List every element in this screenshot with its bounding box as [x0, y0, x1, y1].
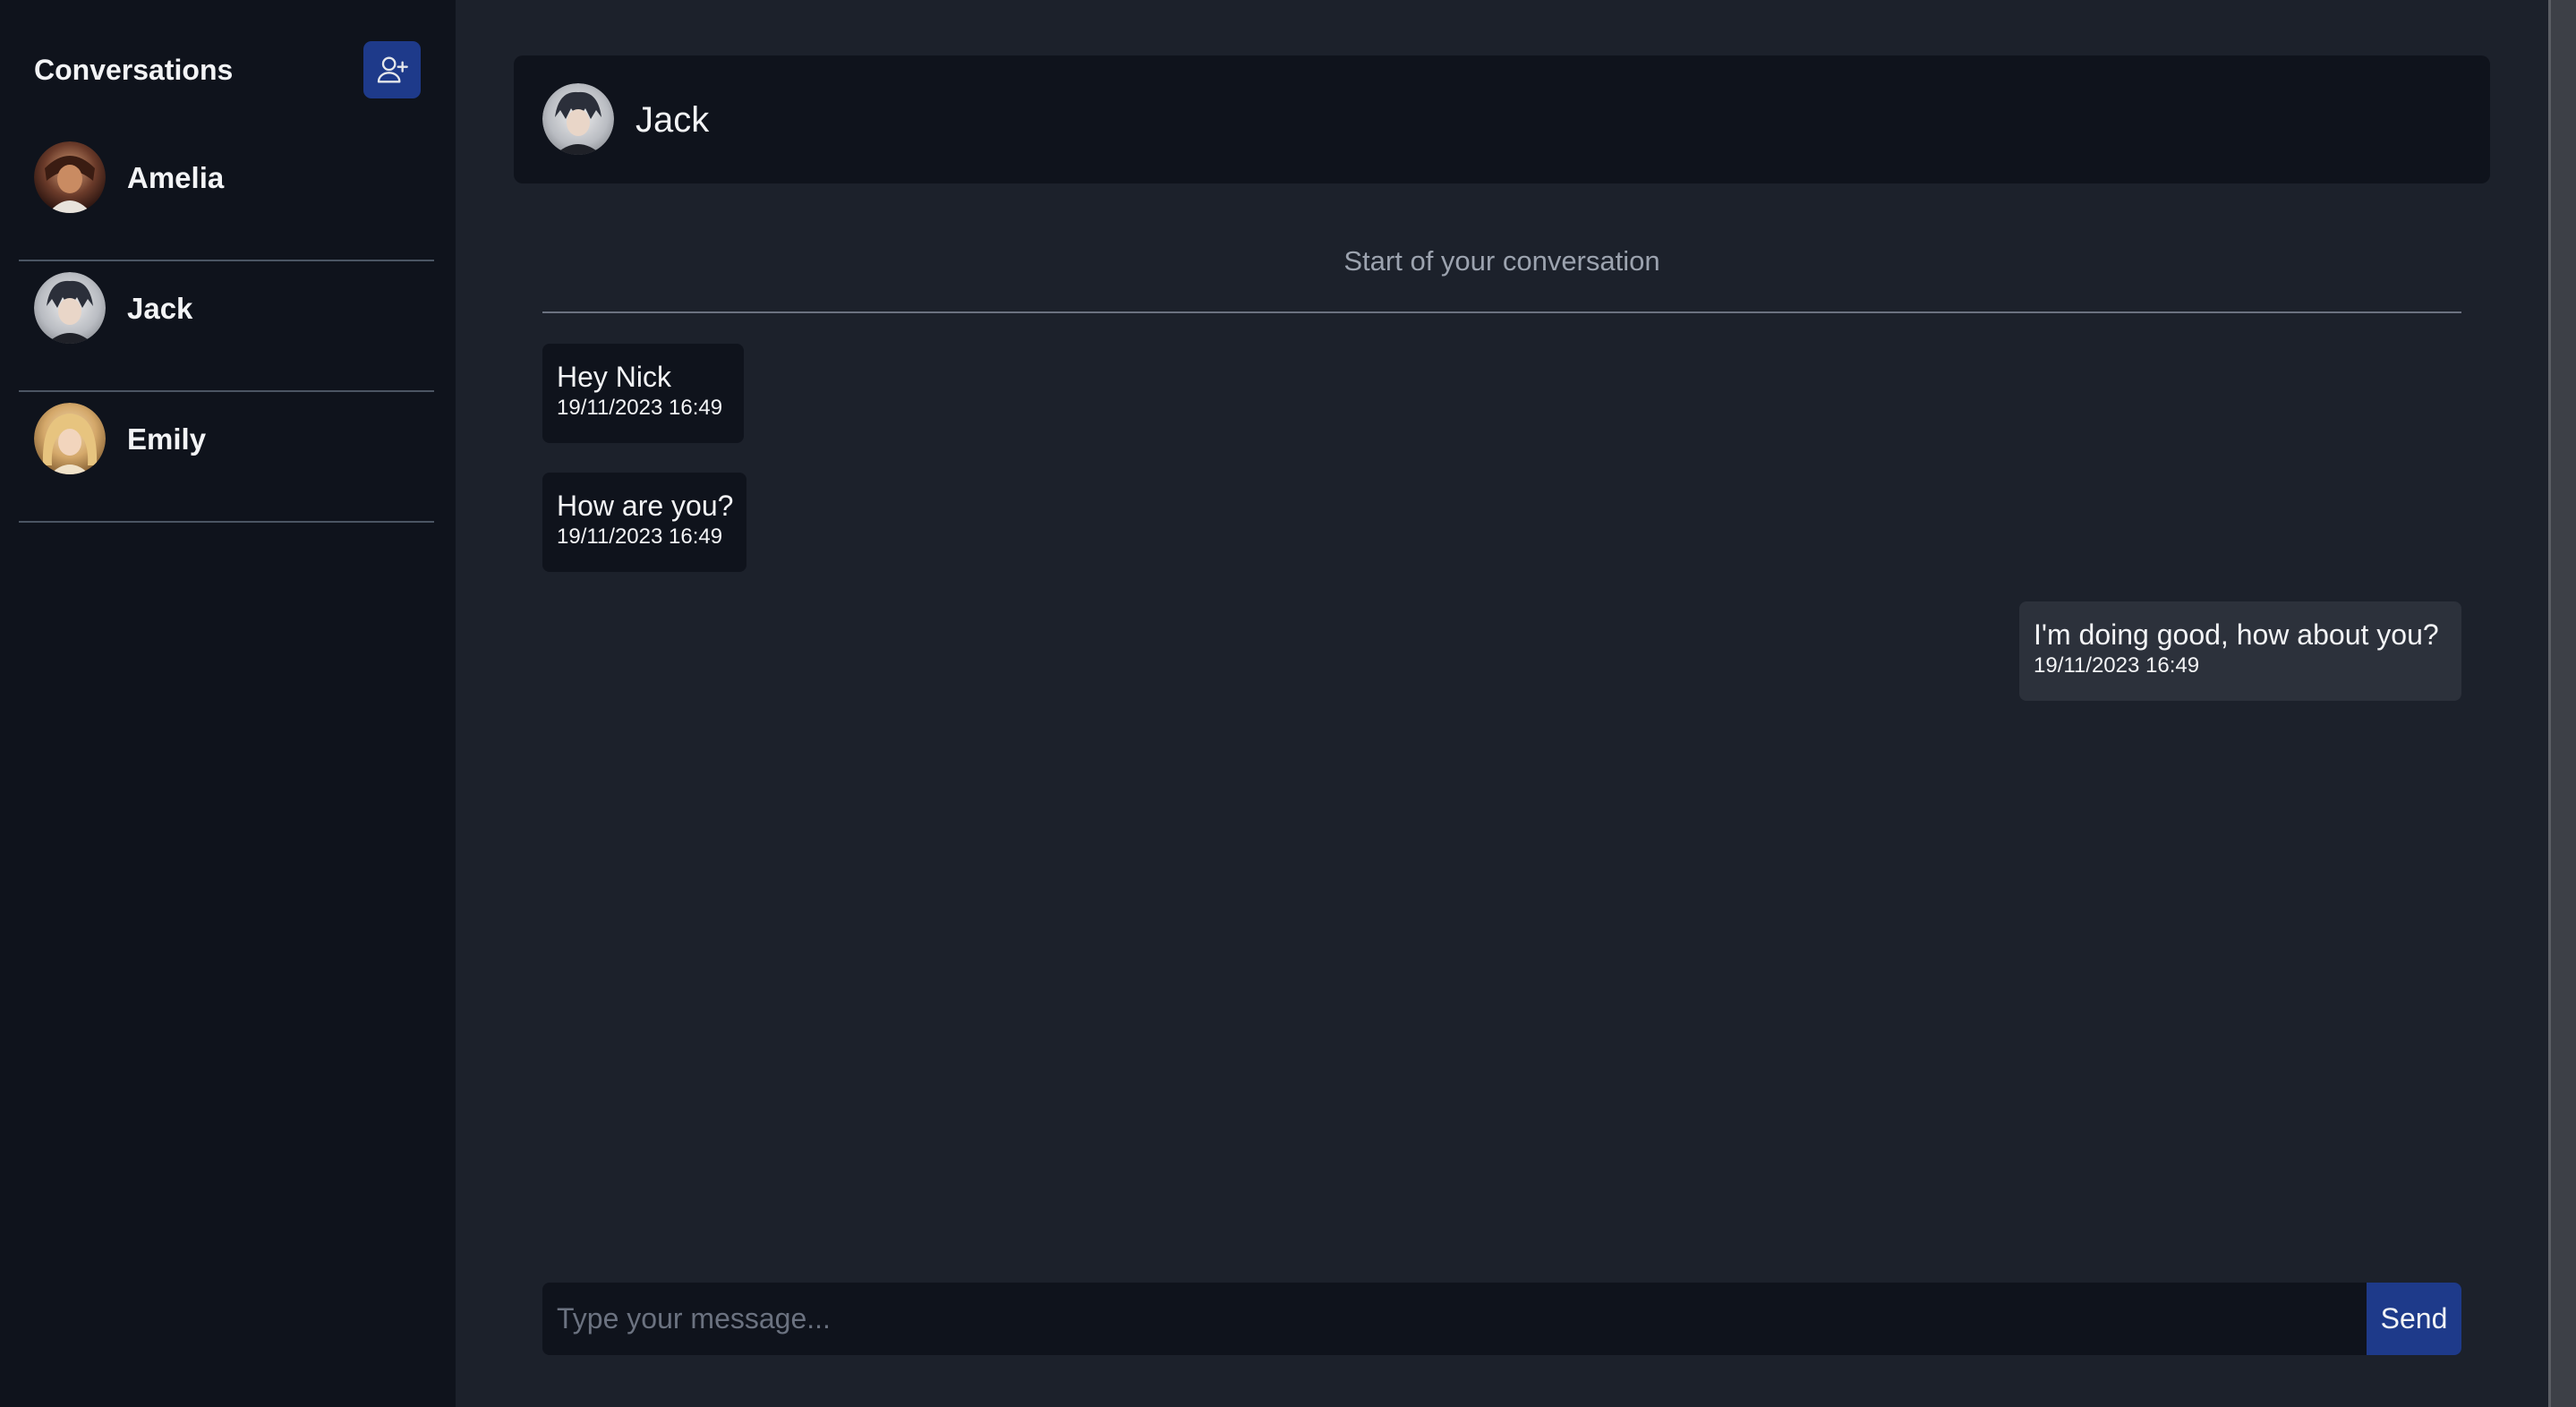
- message-text: I'm doing good, how about you?: [2034, 618, 2439, 651]
- conversation-list: Amelia Jack Emily: [19, 131, 434, 523]
- sidebar-header: Conversations: [34, 41, 421, 98]
- add-contact-button[interactable]: [363, 41, 421, 98]
- chat-header: Jack: [514, 55, 2490, 183]
- message-timestamp: 19/11/2023 16:49: [557, 524, 723, 549]
- avatar: [34, 403, 106, 474]
- conversation-item-jack[interactable]: Jack: [19, 261, 434, 392]
- avatar: [542, 83, 614, 155]
- contact-name: Jack: [635, 100, 710, 140]
- avatar: [34, 141, 106, 213]
- conversation-start-label: Start of your conversation: [1343, 245, 1660, 277]
- divider: [542, 311, 2461, 313]
- chat-panel: Jack Start of your conversation Hey Nick…: [456, 0, 2548, 1407]
- message-timestamp: 19/11/2023 16:49: [2034, 653, 2200, 678]
- conversation-name: Jack: [127, 292, 193, 325]
- conversation-item-amelia[interactable]: Amelia: [19, 131, 434, 261]
- user-plus-icon: [377, 56, 408, 83]
- message-incoming: Hey Nick 19/11/2023 16:49: [542, 344, 744, 443]
- sidebar-title: Conversations: [34, 54, 234, 86]
- message-timestamp: 19/11/2023 16:49: [557, 396, 723, 420]
- conversation-item-emily[interactable]: Emily: [19, 392, 434, 523]
- conversation-name: Amelia: [127, 161, 225, 194]
- message-composer: Send: [542, 1283, 2461, 1355]
- message-input[interactable]: [542, 1283, 2367, 1355]
- sidebar: Conversations Amelia Jack Emily: [0, 0, 456, 1407]
- message-text: How are you?: [557, 490, 734, 522]
- chat-app: Conversations Amelia Jack Emily Jack Sta…: [0, 0, 2576, 1407]
- message-incoming: How are you? 19/11/2023 16:49: [542, 473, 746, 572]
- scrollbar-edge: [2548, 0, 2551, 1407]
- send-button[interactable]: Send: [2367, 1283, 2461, 1355]
- message-text: Hey Nick: [557, 361, 672, 393]
- message-outgoing: I'm doing good, how about you? 19/11/202…: [2019, 601, 2461, 701]
- scrollbar[interactable]: [2548, 0, 2576, 1407]
- avatar: [34, 272, 106, 344]
- conversation-name: Emily: [127, 422, 207, 456]
